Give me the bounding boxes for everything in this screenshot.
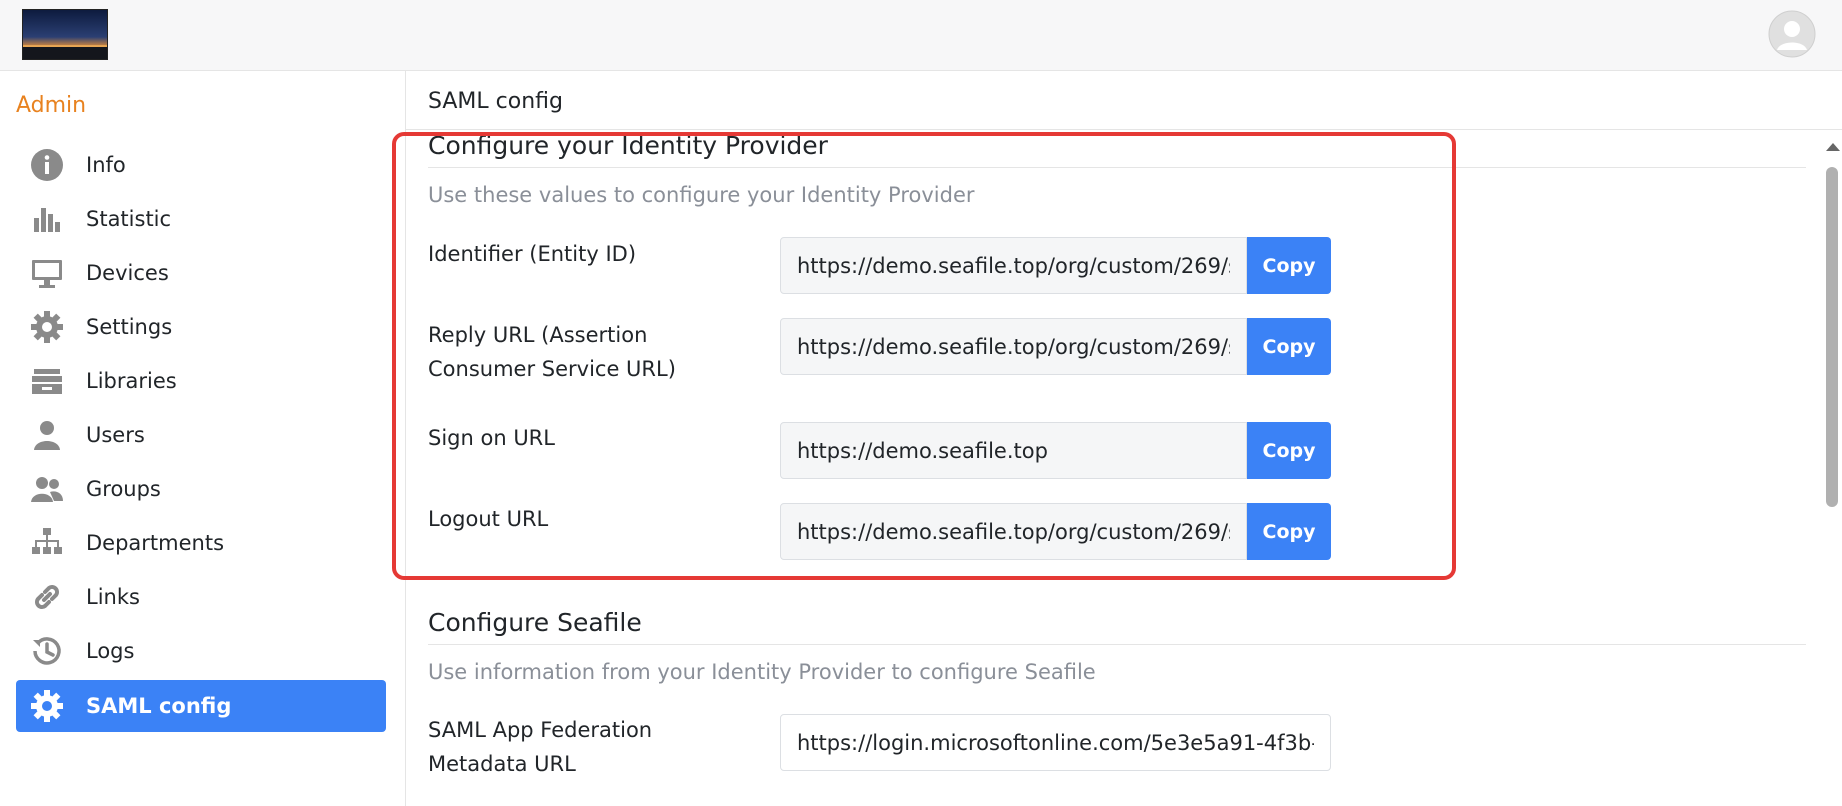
sidebar-item-label: Settings — [86, 315, 173, 339]
copy-entity-id-button[interactable]: Copy — [1247, 237, 1331, 294]
sidebar-item-label: Logs — [86, 639, 135, 663]
seafile-section-description: Use information from your Identity Provi… — [428, 660, 1096, 684]
sidebar-item-label: Users — [86, 423, 145, 447]
sidebar-item-label: SAML config — [86, 694, 232, 718]
scrollbar-thumb[interactable] — [1826, 167, 1838, 507]
archive-icon — [29, 363, 65, 399]
divider — [406, 129, 1842, 130]
entity-id-label: Identifier (Entity ID) — [428, 242, 637, 266]
sidebar-item-devices[interactable]: Devices — [16, 247, 386, 299]
sidebar-item-links[interactable]: Links — [16, 571, 386, 623]
link-icon — [29, 579, 65, 615]
landscape-logo[interactable] — [22, 9, 108, 60]
sidebar-item-info[interactable]: Info — [16, 139, 386, 191]
org-chart-icon — [29, 525, 65, 561]
sidebar-item-label: Libraries — [86, 369, 177, 393]
gear-icon — [29, 688, 65, 724]
idp-section-title: Configure your Identity Provider — [428, 131, 828, 160]
sidebar-item-groups[interactable]: Groups — [16, 463, 386, 515]
sidebar-item-libraries[interactable]: Libraries — [16, 355, 386, 407]
sidebar-item-label: Groups — [86, 477, 161, 501]
sidebar-heading: Admin — [16, 93, 87, 118]
page-title: SAML config — [428, 89, 563, 114]
user-avatar-icon[interactable] — [1768, 10, 1816, 58]
divider — [428, 644, 1806, 645]
sidebar-item-label: Departments — [86, 531, 225, 555]
sidebar-item-label: Devices — [86, 261, 169, 285]
sidebar-item-saml-config[interactable]: SAML config — [16, 680, 386, 732]
bar-chart-icon — [29, 201, 65, 237]
user-icon — [29, 417, 65, 453]
sidebar-item-users[interactable]: Users — [16, 409, 386, 461]
sidebar-item-label: Statistic — [86, 207, 172, 231]
top-bar — [0, 0, 1842, 71]
sign-on-url-label: Sign on URL — [428, 426, 555, 450]
copy-reply-url-button[interactable]: Copy — [1247, 318, 1331, 375]
metadata-url-input[interactable] — [780, 714, 1331, 771]
metadata-url-label: SAML App Federation Metadata URL — [428, 718, 653, 776]
sidebar-item-label: Info — [86, 153, 126, 177]
idp-section-description: Use these values to configure your Ident… — [428, 183, 975, 207]
divider — [428, 167, 1806, 168]
admin-sidebar: Admin Info Statistic Devices Settings Li… — [0, 71, 406, 806]
info-icon — [29, 147, 65, 183]
reply-url-label: Reply URL (Assertion Consumer Service UR… — [428, 323, 676, 381]
reply-url-field[interactable] — [780, 318, 1247, 375]
copy-logout-url-button[interactable]: Copy — [1247, 503, 1331, 560]
sidebar-item-statistic[interactable]: Statistic — [16, 193, 386, 245]
main-content: SAML config Configure your Identity Prov… — [406, 71, 1842, 806]
sidebar-item-settings[interactable]: Settings — [16, 301, 386, 353]
scroll-up-arrow-icon[interactable] — [1826, 143, 1840, 151]
history-icon — [29, 633, 65, 669]
gear-icon — [29, 309, 65, 345]
seafile-section-title: Configure Seafile — [428, 608, 642, 637]
users-icon — [29, 471, 65, 507]
logout-url-label: Logout URL — [428, 507, 549, 531]
entity-id-field[interactable] — [780, 237, 1247, 294]
logout-url-field[interactable] — [780, 503, 1247, 560]
sidebar-item-departments[interactable]: Departments — [16, 517, 386, 569]
monitor-icon — [29, 255, 65, 291]
copy-sign-on-url-button[interactable]: Copy — [1247, 422, 1331, 479]
sidebar-item-label: Links — [86, 585, 140, 609]
scrollbar[interactable] — [1822, 143, 1842, 806]
sign-on-url-field[interactable] — [780, 422, 1247, 479]
sidebar-item-logs[interactable]: Logs — [16, 625, 386, 677]
